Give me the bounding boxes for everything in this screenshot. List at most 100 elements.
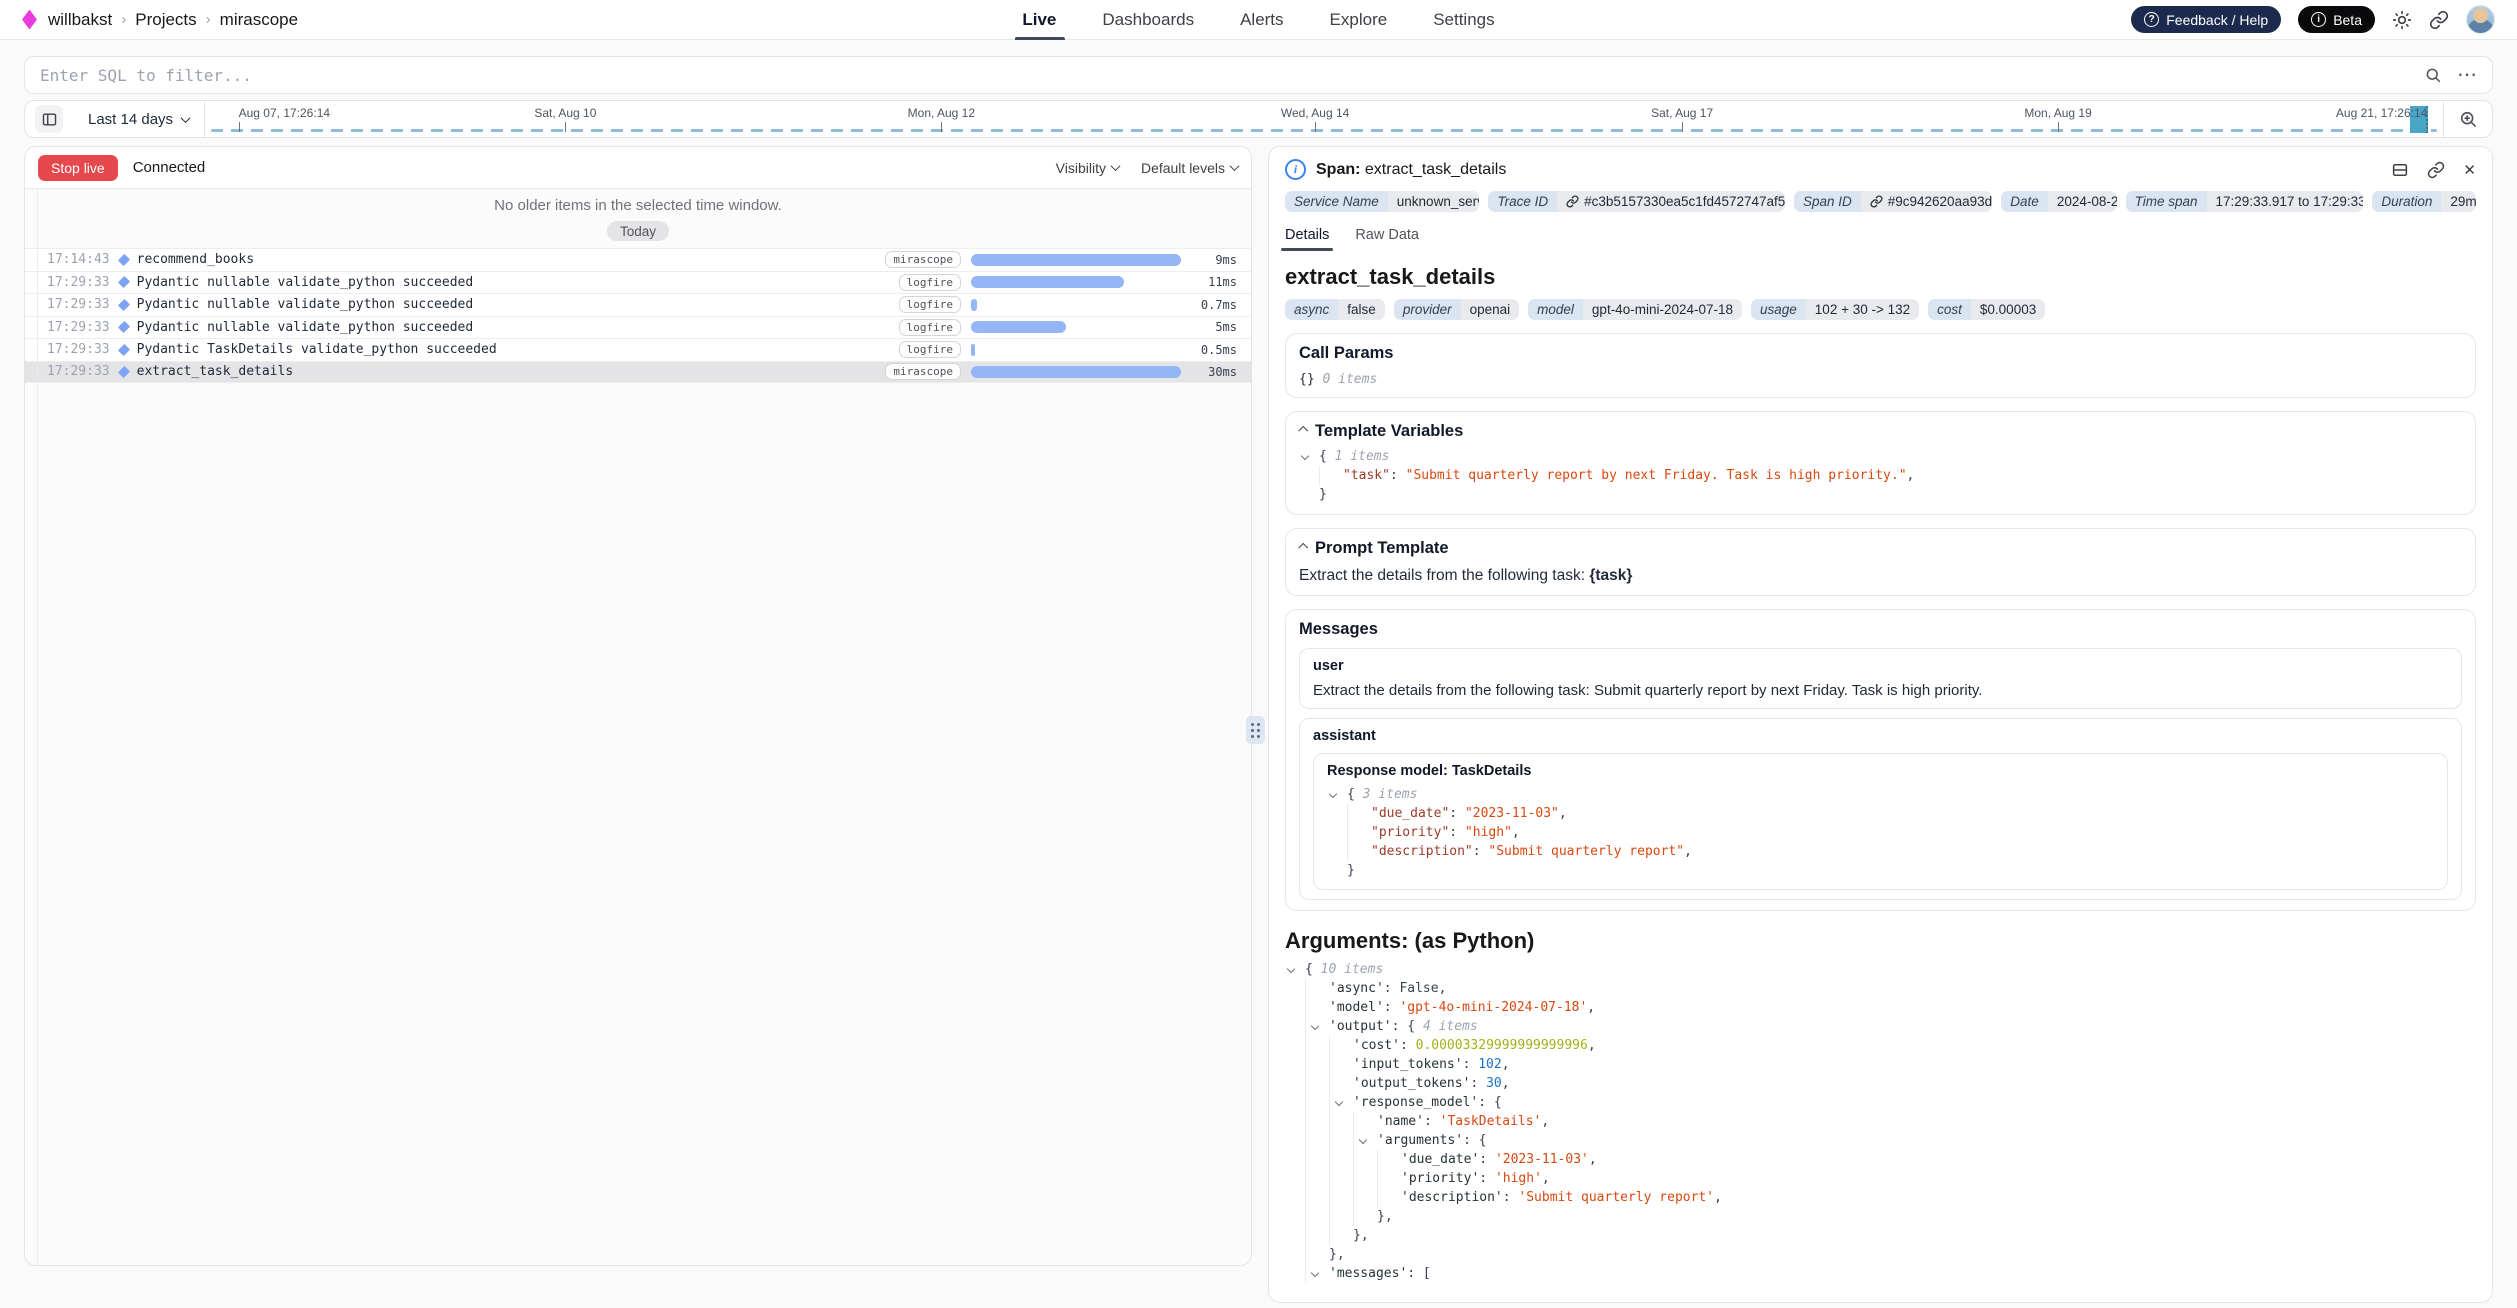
tree-collapse-icon[interactable] bbox=[1359, 1136, 1367, 1144]
sidebar-toggle-button[interactable] bbox=[25, 101, 73, 137]
trace-row-duration: 5ms bbox=[1191, 320, 1237, 334]
duration-bar bbox=[971, 344, 975, 356]
span-info-icon: i bbox=[1285, 159, 1306, 180]
pill-value: openai bbox=[1461, 299, 1520, 320]
span-header: i Span: extract_task_details ✕ bbox=[1285, 159, 2476, 180]
pill-label: Date bbox=[2001, 191, 2048, 212]
sql-filter-input[interactable] bbox=[40, 66, 2424, 85]
visibility-dropdown[interactable]: Visibility bbox=[1056, 160, 1119, 176]
duration-bar bbox=[971, 254, 1181, 266]
copy-link-icon[interactable] bbox=[2427, 161, 2445, 179]
tree-collapse-icon[interactable] bbox=[1311, 1269, 1319, 1277]
trace-row-name: Pydantic nullable validate_python succee… bbox=[137, 297, 474, 312]
timeline-activity-line bbox=[211, 129, 2437, 132]
timeline-tick-label: Sat, Aug 10 bbox=[534, 106, 596, 120]
nav-tab-explore[interactable]: Explore bbox=[1330, 0, 1388, 40]
duration-bar-track bbox=[971, 254, 1181, 266]
trace-row[interactable]: 17:29:33Pydantic nullable validate_pytho… bbox=[25, 293, 1251, 316]
tree-collapse-icon[interactable] bbox=[1301, 452, 1309, 460]
tree-line: }, bbox=[1285, 1245, 2476, 1264]
prompt-template-card: Prompt Template Extract the details from… bbox=[1285, 528, 2476, 596]
trace-row[interactable]: 17:29:33Pydantic nullable validate_pytho… bbox=[25, 271, 1251, 294]
pill-value: #9c942620aa93dbb4 bbox=[1861, 191, 1993, 212]
nav-tab-dashboards[interactable]: Dashboards bbox=[1102, 0, 1194, 40]
span-diamond-icon bbox=[118, 366, 130, 378]
pill-label: usage bbox=[1751, 299, 1806, 320]
trace-row[interactable]: 17:14:43recommend_booksmirascope9ms bbox=[25, 248, 1251, 271]
tree-line: { 3 items bbox=[1327, 785, 2434, 804]
search-icon[interactable] bbox=[2424, 66, 2442, 84]
breadcrumb-section[interactable]: Projects bbox=[135, 10, 196, 30]
trace-row-duration: 0.7ms bbox=[1191, 298, 1237, 312]
meta-duration: Duration29ms bbox=[2372, 191, 2476, 212]
pill-value: 2024-08-21 bbox=[2048, 191, 2117, 212]
tree-line: 'description': 'Submit quarterly report'… bbox=[1285, 1188, 2476, 1207]
attr-model: modelgpt-4o-mini-2024-07-18 bbox=[1528, 299, 1742, 320]
nav-tab-settings[interactable]: Settings bbox=[1433, 0, 1494, 40]
timeline-tick-mark bbox=[2427, 122, 2428, 132]
nav-tab-alerts[interactable]: Alerts bbox=[1240, 0, 1283, 40]
prompt-text: Extract the details from the following t… bbox=[1299, 567, 1589, 584]
scope-badge: mirascope bbox=[885, 363, 961, 380]
share-link-icon[interactable] bbox=[2429, 10, 2449, 30]
time-range-dropdown[interactable]: Last 14 days bbox=[73, 101, 204, 137]
default-levels-dropdown[interactable]: Default levels bbox=[1141, 160, 1238, 176]
meta-service-name: Service Nameunknown_service bbox=[1285, 191, 1479, 212]
pill-value: 102 + 30 -> 132 bbox=[1806, 299, 1919, 320]
more-options-icon[interactable]: ⋯ bbox=[2457, 70, 2477, 80]
duration-bar-track bbox=[971, 299, 1181, 311]
timeline-strip[interactable]: Aug 07, 17:26:14Sat, Aug 10Mon, Aug 12We… bbox=[205, 101, 2443, 137]
stop-live-button[interactable]: Stop live bbox=[38, 155, 118, 181]
span-detail-panel: i Span: extract_task_details ✕ Service N… bbox=[1268, 146, 2493, 1303]
scope-badge: logfire bbox=[899, 296, 961, 313]
breadcrumb-project[interactable]: mirascope bbox=[220, 10, 298, 30]
split-view-icon[interactable] bbox=[2391, 161, 2409, 179]
timeline-tick-label: Aug 21, 17:26:14 bbox=[2336, 106, 2427, 120]
collapse-icon bbox=[1298, 426, 1308, 436]
org-logo-icon[interactable] bbox=[22, 10, 37, 30]
timeline-tick-label: Wed, Aug 14 bbox=[1281, 106, 1350, 120]
link-icon[interactable] bbox=[1870, 195, 1883, 208]
trace-row[interactable]: 17:29:33extract_task_detailsmirascope30m… bbox=[25, 361, 1251, 384]
span-title: Span: extract_task_details bbox=[1316, 161, 1506, 179]
prompt-template-header[interactable]: Prompt Template bbox=[1299, 539, 2462, 558]
span-meta-pills: Service Nameunknown_serviceTrace ID#c3b5… bbox=[1285, 191, 2476, 212]
span-diamond-icon bbox=[118, 299, 130, 311]
pill-value-text: 2024-08-21 bbox=[2057, 194, 2117, 209]
breadcrumb-org[interactable]: willbakst bbox=[48, 10, 112, 30]
link-icon[interactable] bbox=[1566, 195, 1579, 208]
duration-bar-track bbox=[971, 366, 1181, 378]
pill-label: model bbox=[1528, 299, 1583, 320]
timeline-zoom-in-button[interactable] bbox=[2444, 101, 2492, 137]
pill-value-text: #c3b5157330ea5c1fd4572747af512d26 bbox=[1584, 194, 1785, 209]
trace-row[interactable]: 17:29:33Pydantic nullable validate_pytho… bbox=[25, 316, 1251, 339]
pill-label: provider bbox=[1394, 299, 1461, 320]
call-params-value: {} 0 items bbox=[1299, 372, 2462, 387]
pill-value: 17:29:33.917 to 17:29:33.946 bbox=[2207, 191, 2364, 212]
pill-value: #c3b5157330ea5c1fd4572747af512d26 bbox=[1557, 191, 1785, 212]
template-variables-header[interactable]: Template Variables bbox=[1299, 422, 2462, 441]
empty-window-notice: No older items in the selected time wind… bbox=[25, 197, 1251, 214]
tree-collapse-icon[interactable] bbox=[1335, 1098, 1343, 1106]
tab-details[interactable]: Details bbox=[1285, 227, 1329, 251]
trace-row-time: 17:29:33 bbox=[47, 342, 110, 357]
timeline-tick-mark bbox=[565, 122, 566, 132]
user-avatar[interactable] bbox=[2466, 5, 2495, 34]
tree-collapse-icon[interactable] bbox=[1287, 965, 1295, 973]
tree-collapse-icon[interactable] bbox=[1329, 790, 1337, 798]
navbar-actions: ? Feedback / Help i Beta bbox=[2131, 5, 2495, 34]
pill-value-text: unknown_service bbox=[1397, 194, 1480, 209]
feedback-help-button[interactable]: ? Feedback / Help bbox=[2131, 6, 2281, 33]
nav-tab-live[interactable]: Live bbox=[1022, 0, 1056, 40]
tree-collapse-icon[interactable] bbox=[1311, 1022, 1319, 1030]
trace-row[interactable]: 17:29:33Pydantic TaskDetails validate_py… bbox=[25, 338, 1251, 361]
panel-resize-handle[interactable] bbox=[1246, 716, 1265, 744]
duration-bar bbox=[971, 276, 1124, 288]
beta-button[interactable]: i Beta bbox=[2298, 6, 2375, 33]
list-scroll-gutter[interactable] bbox=[25, 189, 38, 1265]
connection-status: Connected bbox=[133, 159, 206, 176]
scope-badge: logfire bbox=[899, 319, 961, 336]
tab-raw-data[interactable]: Raw Data bbox=[1355, 227, 1419, 251]
close-icon[interactable]: ✕ bbox=[2463, 161, 2476, 179]
theme-toggle-icon[interactable] bbox=[2392, 10, 2412, 30]
